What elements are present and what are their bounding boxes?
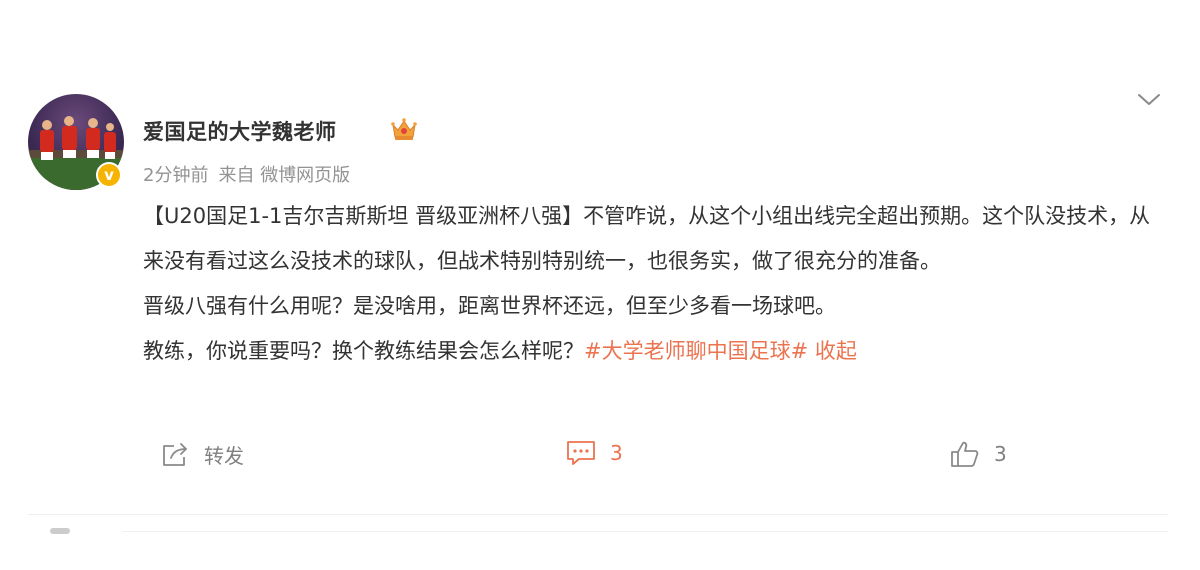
collapse-link[interactable]: 收起	[815, 339, 857, 363]
thumbs-up-icon	[951, 441, 979, 467]
content-text: 教练，你说重要吗？换个教练结果会怎么样呢？	[143, 339, 584, 363]
comment-button[interactable]: 3	[566, 440, 623, 466]
post-content: 【U20国足1-1吉尔吉斯斯坦 晋级亚洲杯八强】不管咋说，从这个小组出线完全超出…	[143, 194, 1163, 374]
content-paragraph: 晋级八强有什么用呢？是没啥用，距离世界杯还远，但至少多看一场球吧。	[143, 294, 836, 318]
chevron-down-icon[interactable]	[1136, 92, 1162, 108]
like-button[interactable]: 3	[950, 440, 1007, 468]
hashtag-link[interactable]: #大学老师聊中国足球#	[584, 339, 808, 363]
share-icon	[163, 442, 187, 466]
divider	[28, 514, 1168, 515]
repost-button[interactable]: 转发	[160, 440, 244, 469]
post-time[interactable]: 2分钟前	[143, 161, 208, 187]
comment-icon	[567, 441, 595, 465]
weibo-post-card: v 爱国足的大学魏老师 2分钟前 来自 微博网页版 【U20国足1-1吉尔吉斯斯…	[0, 0, 1200, 570]
divider	[122, 531, 1168, 532]
comment-count: 3	[610, 441, 623, 465]
crown-icon	[391, 118, 417, 140]
action-bar: 转发 3 3	[0, 432, 1200, 482]
source-prefix: 来自	[218, 165, 255, 186]
content-paragraph: 【U20国足1-1吉尔吉斯斯坦 晋级亚洲杯八强】不管咋说，从这个小组出线完全超出…	[143, 204, 1151, 273]
content-paragraph: 教练，你说重要吗？换个教练结果会怎么样呢？#大学老师聊中国足球# 收起	[143, 329, 1163, 374]
verified-badge-icon: v	[96, 162, 122, 188]
source-link[interactable]: 微博网页版	[260, 165, 350, 186]
next-post-avatar	[50, 528, 70, 534]
post-meta: 2分钟前 来自 微博网页版	[143, 161, 350, 187]
repost-label: 转发	[204, 444, 244, 468]
like-count: 3	[994, 442, 1007, 466]
author-name[interactable]: 爱国足的大学魏老师	[143, 116, 337, 146]
